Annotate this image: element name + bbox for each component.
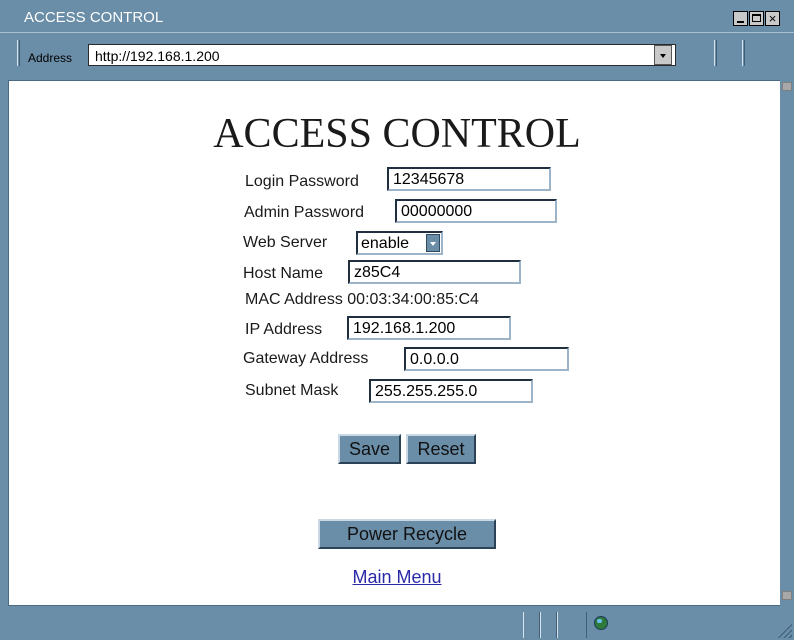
subnet-mask-label: Subnet Mask: [245, 382, 339, 399]
maximize-icon[interactable]: [749, 11, 764, 26]
scroll-down-icon[interactable]: [782, 591, 792, 600]
host-name-field[interactable]: z85C4: [348, 260, 521, 284]
subnet-mask-field[interactable]: 255.255.255.0: [369, 379, 533, 403]
gateway-address-field[interactable]: 0.0.0.0: [404, 347, 569, 371]
admin-password-field[interactable]: 00000000: [395, 199, 557, 223]
vertical-scrollbar[interactable]: [780, 80, 794, 606]
toolbar-grip[interactable]: [714, 40, 717, 66]
web-server-selected: enable: [361, 235, 410, 252]
resize-grip-icon[interactable]: [776, 622, 792, 638]
page-title: ACCESS CONTROL: [213, 111, 581, 157]
toolbar-grip[interactable]: [17, 40, 20, 66]
close-icon[interactable]: ×: [765, 11, 780, 26]
address-dropdown-icon[interactable]: [654, 45, 672, 65]
ip-address-field[interactable]: 192.168.1.200: [347, 316, 511, 340]
status-pane: [540, 612, 557, 638]
address-input[interactable]: http://192.168.1.200: [88, 44, 676, 66]
window-title: ACCESS CONTROL: [24, 9, 164, 26]
web-server-label: Web Server: [243, 234, 328, 251]
address-label: Address: [28, 51, 73, 65]
minimize-icon[interactable]: [733, 11, 748, 26]
globe-icon: [594, 616, 608, 630]
main-menu-link[interactable]: Main Menu: [0, 567, 794, 588]
address-bar: Address http://192.168.1.200: [0, 32, 794, 70]
gateway-address-label: Gateway Address: [243, 350, 369, 367]
toolbar-grip[interactable]: [742, 40, 745, 66]
reset-button[interactable]: Reset: [406, 434, 476, 464]
status-pane: [557, 612, 587, 638]
web-server-select[interactable]: enable: [356, 231, 443, 255]
chevron-down-icon[interactable]: [426, 234, 440, 252]
mac-address-value: 00:03:34:00:85:C4: [347, 291, 479, 308]
ip-address-label: IP Address: [245, 321, 323, 338]
save-button[interactable]: Save: [338, 434, 401, 464]
title-bar: ACCESS CONTROL ×: [0, 0, 794, 32]
power-recycle-button[interactable]: Power Recycle: [318, 519, 496, 549]
host-name-label: Host Name: [243, 265, 324, 282]
login-password-label: Login Password: [245, 173, 359, 190]
status-bar: [0, 610, 794, 640]
admin-password-label: Admin Password: [244, 204, 365, 221]
login-password-field[interactable]: 12345678: [387, 167, 551, 191]
scroll-up-icon[interactable]: [782, 82, 792, 91]
status-pane: [523, 612, 540, 638]
mac-address-label: MAC Address: [245, 291, 343, 308]
mac-address-text: MAC Address 00:03:34:00:85:C4: [245, 291, 479, 309]
